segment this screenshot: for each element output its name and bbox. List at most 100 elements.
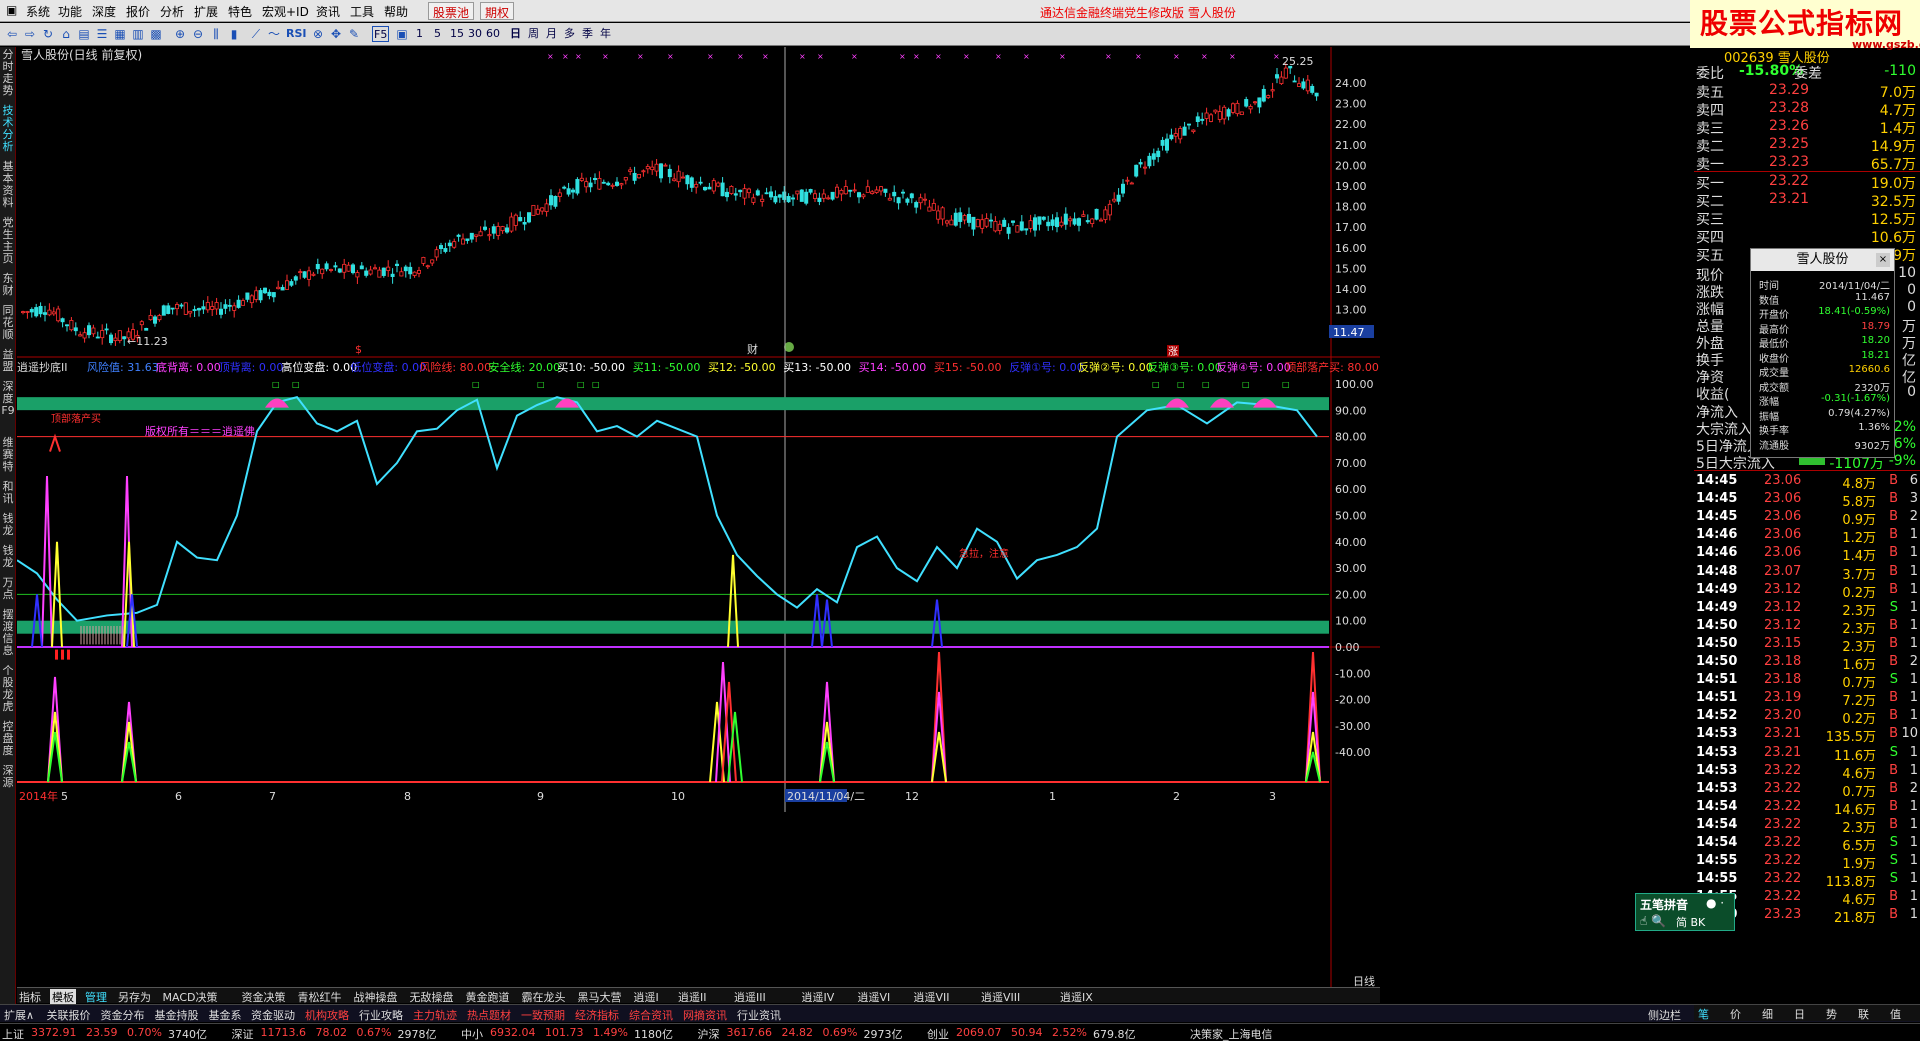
left-tab-2[interactable]: 基本资料 — [1, 161, 15, 217]
ime-dot-icon[interactable]: ● · — [1706, 896, 1724, 910]
line-chart-icon[interactable]: ⟋ — [248, 26, 264, 42]
period-quarter[interactable]: 季 — [582, 26, 593, 42]
left-tab-11[interactable]: 钱龙 — [1, 545, 15, 577]
rsi-button[interactable]: RSI — [286, 26, 307, 42]
quote-tab-0[interactable]: 笔 — [1698, 1006, 1709, 1022]
back-arrow-icon[interactable]: ⇦ — [4, 26, 20, 42]
forward-arrow-icon[interactable]: ⇨ — [22, 26, 38, 42]
list-icon[interactable]: ☰ — [94, 26, 110, 42]
bottom-tab-2[interactable]: 管理 — [83, 989, 109, 1005]
move-icon[interactable]: ✥ — [328, 26, 344, 42]
candle-icon[interactable]: ⫼ — [208, 26, 224, 42]
chart-svg[interactable]: 雪人股份(日线 前复权)24.0023.0022.0021.0020.0019.… — [16, 47, 1380, 987]
period-month[interactable]: 月 — [546, 26, 557, 42]
target-icon[interactable]: ⊗ — [310, 26, 326, 42]
period-day[interactable]: 日 — [510, 26, 521, 42]
bottom-tab-9[interactable]: 黄金跑道 — [464, 989, 512, 1005]
extension-item-11[interactable]: 经济指标 — [575, 1007, 619, 1023]
left-tab-7[interactable]: 深度F9 — [1, 381, 15, 437]
period-multi[interactable]: 多 — [564, 26, 575, 42]
quote-tab-3[interactable]: 日 — [1794, 1006, 1805, 1022]
left-tab-14[interactable]: 个股龙虎 — [1, 665, 15, 721]
bottom-tab-6[interactable]: 青松红牛 — [296, 989, 344, 1005]
extension-item-10[interactable]: 一致预期 — [521, 1007, 565, 1023]
tab-options[interactable]: 期权 — [480, 2, 515, 20]
left-tab-16[interactable]: 深源 — [1, 765, 15, 797]
left-tab-6[interactable]: 益盟 — [1, 349, 15, 381]
ime-toolbar[interactable]: 五笔拼音 ● · ☝ 🔍 简 BK — [1635, 893, 1735, 931]
bottom-tab-11[interactable]: 黑马大营 — [576, 989, 624, 1005]
left-tab-12[interactable]: 万点 — [1, 577, 15, 609]
bottom-tab-1[interactable]: 模板 — [50, 989, 76, 1005]
extension-item-2[interactable]: 资金分布 — [101, 1007, 145, 1023]
bottom-tab-12[interactable]: 逍遥I — [632, 989, 661, 1005]
f5-button[interactable]: F5 — [372, 26, 390, 42]
menu-item-macro[interactable]: 宏观+ID — [262, 3, 309, 20]
bottom-tab-13[interactable]: 逍遥II — [676, 989, 709, 1005]
quote-tab-5[interactable]: 联 — [1858, 1006, 1869, 1022]
refresh-icon[interactable]: ↻ — [40, 26, 56, 42]
period-15[interactable]: 15 — [450, 26, 464, 42]
extension-item-9[interactable]: 热点题材 — [467, 1007, 511, 1023]
bottom-tab-19[interactable]: 逍遥IX — [1058, 989, 1095, 1005]
quote-tab-2[interactable]: 细 — [1762, 1006, 1773, 1022]
period-30[interactable]: 30 — [468, 26, 482, 42]
period-year[interactable]: 年 — [600, 26, 611, 42]
left-tab-5[interactable]: 同花顺 — [1, 305, 15, 349]
bottom-tab-0[interactable]: 指标 — [17, 989, 43, 1005]
left-tab-9[interactable]: 和讯 — [1, 481, 15, 513]
chart-icon[interactable]: ▤ — [76, 26, 92, 42]
curve-icon[interactable]: 〜 — [266, 26, 282, 42]
menu-item-quote[interactable]: 报价 — [126, 3, 150, 20]
data-tooltip-window[interactable]: 雪人股份 × 时间 2014/11/04/二 数值 11.467 开盘价 18.41(-0… — [1750, 248, 1895, 458]
bottom-tab-17[interactable]: 逍遥VII — [912, 989, 952, 1005]
extension-item-12[interactable]: 综合资讯 — [629, 1007, 673, 1023]
extension-item-7[interactable]: 行业攻略 — [359, 1007, 403, 1023]
extension-item-3[interactable]: 基金持股 — [155, 1007, 199, 1023]
zoom-out-icon[interactable]: ⊖ — [190, 26, 206, 42]
quote-tab-6[interactable]: 值 — [1890, 1006, 1901, 1022]
quote-tab-1[interactable]: 价 — [1730, 1006, 1741, 1022]
bottom-tab-3[interactable]: 另存为 — [116, 989, 153, 1005]
left-tab-8[interactable]: 维赛特 — [1, 437, 15, 481]
extension-item-5[interactable]: 资金驱动 — [251, 1007, 295, 1023]
bottom-tab-16[interactable]: 逍遥VI — [856, 989, 893, 1005]
bar-chart-icon[interactable]: ▮ — [226, 26, 242, 42]
extension-item-13[interactable]: 网摘资讯 — [683, 1007, 727, 1023]
left-tab-10[interactable]: 钱龙 — [1, 513, 15, 545]
menu-system-icon[interactable]: ▣ — [6, 3, 17, 17]
grid2-icon[interactable]: ▥ — [130, 26, 146, 42]
calendar-icon[interactable]: ▩ — [148, 26, 164, 42]
bottom-tab-10[interactable]: 霸在龙头 — [520, 989, 568, 1005]
menu-item-function[interactable]: 功能 — [58, 3, 82, 20]
menu-item-depth[interactable]: 深度 — [92, 3, 116, 20]
bottom-tab-15[interactable]: 逍遥IV — [800, 989, 837, 1005]
left-tab-3[interactable]: 党生主页 — [1, 217, 15, 273]
left-tab-0[interactable]: 分时走势 — [1, 49, 15, 105]
bottom-tab-4[interactable]: MACD决策 — [161, 989, 220, 1005]
home-icon[interactable]: ⌂ — [58, 26, 74, 42]
zoom-in-icon[interactable]: ⊕ — [172, 26, 188, 42]
bottom-tab-14[interactable]: 逍遥III — [732, 989, 768, 1005]
menu-item-news[interactable]: 资讯 — [316, 3, 340, 20]
left-tab-1[interactable]: 技术分析 — [1, 105, 15, 161]
close-icon[interactable]: × — [1876, 253, 1890, 267]
bottom-tab-8[interactable]: 无敌操盘 — [408, 989, 456, 1005]
menu-item-tools[interactable]: 工具 — [350, 3, 374, 20]
pen-icon[interactable]: ✎ — [346, 26, 362, 42]
menu-item-help[interactable]: 帮助 — [384, 3, 408, 20]
extension-item-6[interactable]: 机构攻略 — [305, 1007, 349, 1023]
chart-area[interactable]: 雪人股份(日线 前复权) 24.00 23.00 22.00 21.00 20.00 19.… — [16, 47, 1380, 987]
extension-item-1[interactable]: 关联报价 — [47, 1007, 91, 1023]
quote-tab-4[interactable]: 势 — [1826, 1006, 1837, 1022]
bottom-tab-18[interactable]: 逍遥VIII — [979, 989, 1022, 1005]
period-week[interactable]: 周 — [528, 26, 539, 42]
tab-stock-pool[interactable]: 股票池 — [428, 2, 475, 20]
grid-icon[interactable]: ▦ — [112, 26, 128, 42]
period-1[interactable]: 1 — [416, 26, 423, 42]
extension-item-8[interactable]: 主力轨迹 — [413, 1007, 457, 1023]
hand-icon[interactable]: ☝ 🔍 — [1640, 914, 1666, 928]
left-tab-13[interactable]: 摆渡信息 — [1, 609, 15, 665]
menu-item-system[interactable]: 系统 — [26, 3, 50, 20]
menu-item-extend[interactable]: 扩展 — [194, 3, 218, 20]
